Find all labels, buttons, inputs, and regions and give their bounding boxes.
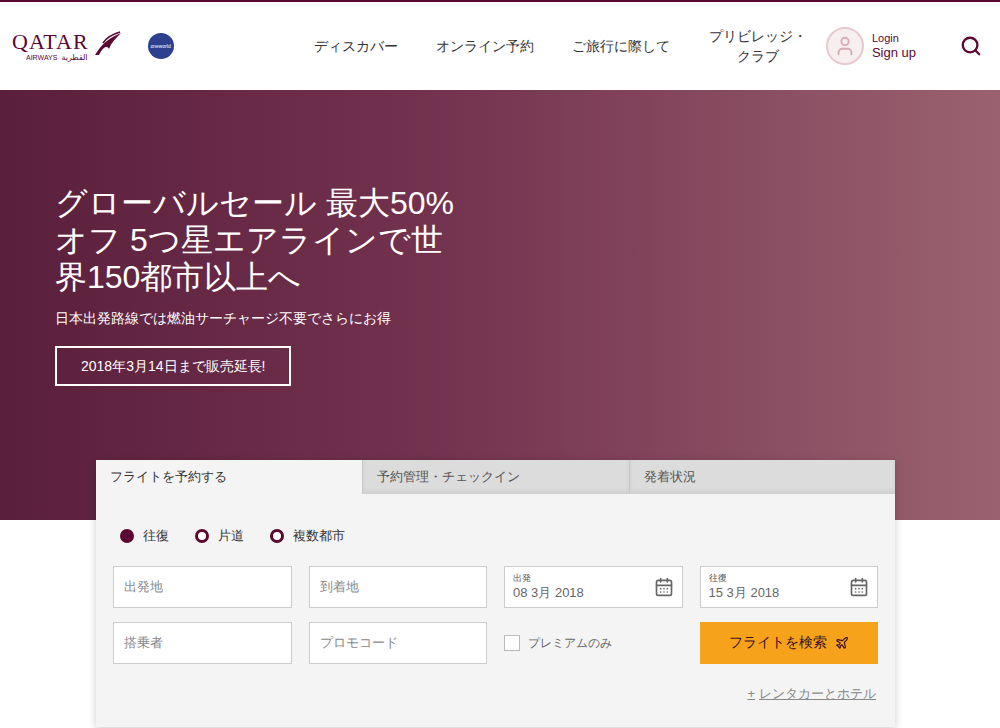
header: QATARAIRWAYS القطرية oneworld ディスカバー オンライン予約… [0, 0, 1000, 90]
date-value: 15 3月 2018 [709, 584, 850, 601]
account[interactable]: LoginSign up [826, 27, 916, 65]
main-nav: ディスカバー オンライン予約 ご旅行に際して プリビレッジ・クラブ [314, 26, 808, 66]
search-flights-button[interactable]: フライトを検索 [700, 622, 879, 664]
trip-type-radio[interactable]: 片道 [195, 526, 244, 546]
oryx-icon [93, 31, 123, 57]
text-field[interactable]: プロモコード [309, 622, 488, 664]
date-label: 往復 [709, 573, 850, 584]
headline-line: オフ 5つ星エアラインで世 [55, 222, 1000, 259]
hero-headline: グローバルセール 最大50%オフ 5つ星エアラインで世界150都市以上へ [55, 185, 1000, 296]
logo-arabic: القطرية [61, 53, 87, 62]
calendar-icon [849, 577, 869, 597]
car-hotel-link[interactable]: +レンタカーとホテル [747, 684, 876, 704]
nav-item[interactable]: ご旅行に際して [572, 36, 670, 56]
trip-type: 往復 片道 複数都市 [113, 526, 878, 546]
signup-link[interactable]: Sign up [872, 45, 916, 60]
nav-item[interactable]: オンライン予約 [436, 36, 534, 56]
qatar-logo[interactable]: QATARAIRWAYS القطرية [12, 31, 123, 62]
hero-banner: グローバルセール 最大50%オフ 5つ星エアラインで世界150都市以上へ日本出発… [0, 90, 1000, 520]
date-value: 08 3月 2018 [513, 584, 654, 601]
sale-button[interactable]: 2018年3月14日まで販売延長! [55, 346, 291, 386]
booking-widget: フライトを予約する予約管理・チェックイン発着状況往復片道複数都市出発地到着地出発… [96, 460, 895, 727]
trip-type-radio[interactable]: 複数都市 [270, 526, 345, 546]
search-icon[interactable] [960, 35, 982, 57]
date-label: 出発 [513, 573, 654, 584]
premium-checkbox[interactable]: プレミアムのみ [504, 622, 683, 664]
oneworld-badge[interactable]: oneworld [148, 33, 174, 59]
calendar-icon [654, 577, 674, 597]
booking-tab[interactable]: 発着状況 [629, 460, 895, 494]
date-field[interactable]: 出発08 3月 2018 [504, 566, 683, 608]
plane-icon [835, 636, 849, 650]
nav-item[interactable]: ディスカバー [314, 36, 398, 56]
checkbox-box[interactable] [504, 635, 520, 651]
logo-name: QATAR [12, 31, 89, 53]
trip-type-radio[interactable]: 往復 [120, 526, 169, 546]
booking-tab[interactable]: 予約管理・チェックイン [362, 460, 628, 494]
date-field[interactable]: 往復15 3月 2018 [700, 566, 879, 608]
text-field[interactable]: 到着地 [309, 566, 488, 608]
login-link[interactable]: Login [872, 32, 916, 45]
text-field[interactable]: 搭乗者 [113, 622, 292, 664]
hero-subline: 日本出発路線では燃油サーチャージ不要でさらにお得 [55, 308, 1000, 328]
text-field[interactable]: 出発地 [113, 566, 292, 608]
logo-sub: AIRWAYS [26, 53, 57, 62]
page: QATARAIRWAYS القطرية oneworld ディスカバー オンライン予約… [0, 0, 1000, 728]
booking-tabs: フライトを予約する予約管理・チェックイン発着状況 [96, 460, 895, 494]
headline-line: グローバルセール 最大50% [55, 185, 1000, 222]
headline-line: 界150都市以上へ [55, 259, 1000, 296]
avatar-icon [826, 27, 864, 65]
nav-item[interactable]: プリビレッジ・クラブ [708, 26, 808, 66]
booking-fields: 出発地到着地出発08 3月 2018往復15 3月 2018搭乗者プロモコードプ… [113, 566, 878, 664]
booking-tab[interactable]: フライトを予約する [96, 460, 362, 494]
